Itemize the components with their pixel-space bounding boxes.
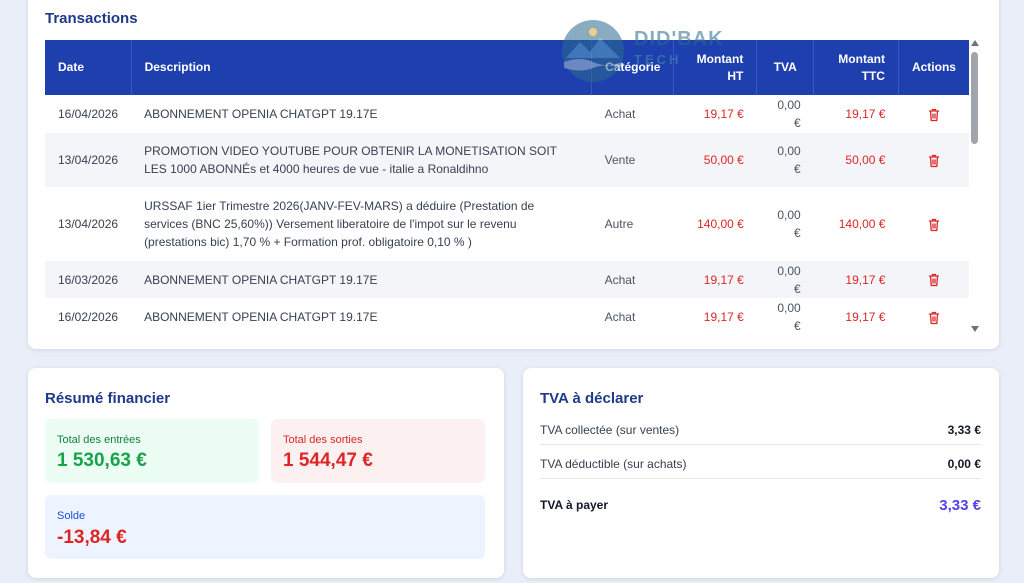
col-header-category: Catégorie	[591, 40, 675, 95]
row-amount-ttc: 19,17 €	[813, 261, 899, 298]
trash-icon[interactable]	[928, 108, 940, 122]
expenses-label: Total des sorties	[283, 434, 363, 446]
row-vat: 0,00 €	[756, 133, 814, 187]
col-header-description: Description	[131, 40, 593, 95]
table-scrollbar[interactable]	[970, 40, 980, 332]
row-description: PROMOTION VIDEO YOUTUBE POUR OBTENIR LA …	[131, 133, 592, 187]
row-amount-ht: 140,00 €	[697, 217, 744, 231]
row-description: ABONNEMENT OPENIA CHATGPT 19.17E	[144, 107, 378, 121]
scrollbar-thumb[interactable]	[971, 52, 978, 144]
expenses-value: 1 544,47 €	[283, 450, 373, 471]
expenses-box: Total des sorties 1 544,47 €	[271, 419, 485, 483]
income-box: Total des entrées 1 530,63 €	[45, 419, 259, 483]
vat-collected-value: 3,33 €	[947, 423, 981, 437]
delete-button[interactable]	[898, 133, 969, 187]
row-amount-ht: 19,17 €	[703, 310, 744, 324]
transactions-table: Date Description Catégorie Montant HT TV…	[45, 40, 969, 336]
col-header-vat: TVA	[756, 40, 815, 95]
delete-button[interactable]	[898, 261, 969, 298]
row-category: Vente	[591, 133, 674, 187]
delete-button[interactable]	[898, 298, 969, 336]
col-header-actions: Actions	[898, 40, 969, 95]
row-amount-ht: 50,00 €	[673, 133, 757, 187]
row-category: Achat	[591, 261, 674, 298]
vat-deductible-value: 0,00 €	[947, 457, 981, 471]
row-date: 13/04/2026	[45, 133, 132, 187]
row-amount-ht: 19,17 €	[673, 261, 757, 298]
col-header-amount-ttc: Montant TTC	[813, 40, 899, 95]
row-description: URSSAF 1ier Trimestre 2026(JANV-FEV-MARS…	[144, 199, 535, 249]
scroll-down-arrow-icon[interactable]	[971, 326, 979, 332]
row-vat: 0,00 €	[756, 261, 814, 298]
financial-summary-card: Résumé financier Total des entrées 1 530…	[28, 368, 504, 578]
table-row: 13/04/2026 PROMOTION VIDEO YOUTUBE POUR …	[45, 133, 969, 187]
table-row: 16/03/2026 ABONNEMENT OPENIA CHATGPT 19.…	[45, 261, 969, 298]
col-header-date: Date	[45, 40, 132, 95]
row-vat: 0,00 €	[777, 208, 801, 240]
row-date: 16/02/2026	[58, 310, 119, 324]
vat-collected-row: TVA collectée (sur ventes) 3,33 €	[540, 423, 981, 445]
scroll-up-arrow-icon[interactable]	[971, 40, 979, 46]
vat-payable-value: 3,33 €	[939, 497, 981, 514]
summary-title: Résumé financier	[45, 390, 171, 407]
row-description: ABONNEMENT OPENIA CHATGPT 19.17E	[131, 261, 592, 298]
row-category: Autre	[604, 217, 634, 231]
vat-deductible-row: TVA déductible (sur achats) 0,00 €	[540, 457, 981, 479]
trash-icon[interactable]	[928, 154, 940, 168]
table-row: 13/04/2026 URSSAF 1ier Trimestre 2026(JA…	[45, 187, 969, 261]
transactions-title: Transactions	[45, 10, 138, 27]
vat-payable-label: TVA à payer	[540, 498, 609, 512]
vat-deductible-label: TVA déductible (sur achats)	[540, 457, 687, 471]
row-date: 16/03/2026	[45, 261, 132, 298]
balance-box: Solde -13,84 €	[45, 495, 485, 559]
trash-icon[interactable]	[928, 273, 940, 287]
row-amount-ttc: 50,00 €	[813, 133, 899, 187]
balance-value: -13,84 €	[57, 527, 127, 548]
row-amount-ttc: 19,17 €	[845, 107, 886, 121]
income-label: Total des entrées	[57, 434, 141, 446]
vat-title: TVA à déclarer	[540, 390, 644, 407]
row-amount-ttc: 19,17 €	[845, 310, 886, 324]
vat-payable-row: TVA à payer 3,33 €	[540, 497, 981, 520]
delete-button[interactable]	[898, 187, 969, 261]
row-category: Achat	[604, 107, 636, 121]
row-description: ABONNEMENT OPENIA CHATGPT 19.17E	[144, 310, 378, 324]
row-date: 13/04/2026	[58, 217, 119, 231]
balance-label: Solde	[57, 510, 86, 522]
col-header-amount-ht: Montant HT	[673, 40, 758, 95]
row-date: 16/04/2026	[58, 107, 119, 121]
vat-card: TVA à déclarer TVA collectée (sur ventes…	[523, 368, 999, 578]
income-value: 1 530,63 €	[57, 450, 147, 471]
transactions-table-container[interactable]: Date Description Catégorie Montant HT TV…	[45, 40, 969, 341]
trash-icon[interactable]	[928, 311, 940, 325]
table-row: 16/04/2026 ABONNEMENT OPENIA CHATGPT 19.…	[45, 95, 969, 133]
row-vat: 0,00 €	[777, 301, 801, 333]
table-header-row: Date Description Catégorie Montant HT TV…	[45, 40, 969, 95]
transactions-card: Transactions Date Description Catégorie …	[28, 0, 999, 349]
row-category: Achat	[604, 310, 636, 324]
vat-collected-label: TVA collectée (sur ventes)	[540, 423, 680, 437]
row-amount-ttc: 140,00 €	[838, 217, 886, 231]
delete-button[interactable]	[898, 95, 969, 133]
row-vat: 0,00 €	[777, 98, 801, 130]
table-row: 16/02/2026 ABONNEMENT OPENIA CHATGPT 19.…	[45, 298, 969, 336]
row-amount-ht: 19,17 €	[703, 107, 744, 121]
trash-icon[interactable]	[928, 218, 940, 232]
